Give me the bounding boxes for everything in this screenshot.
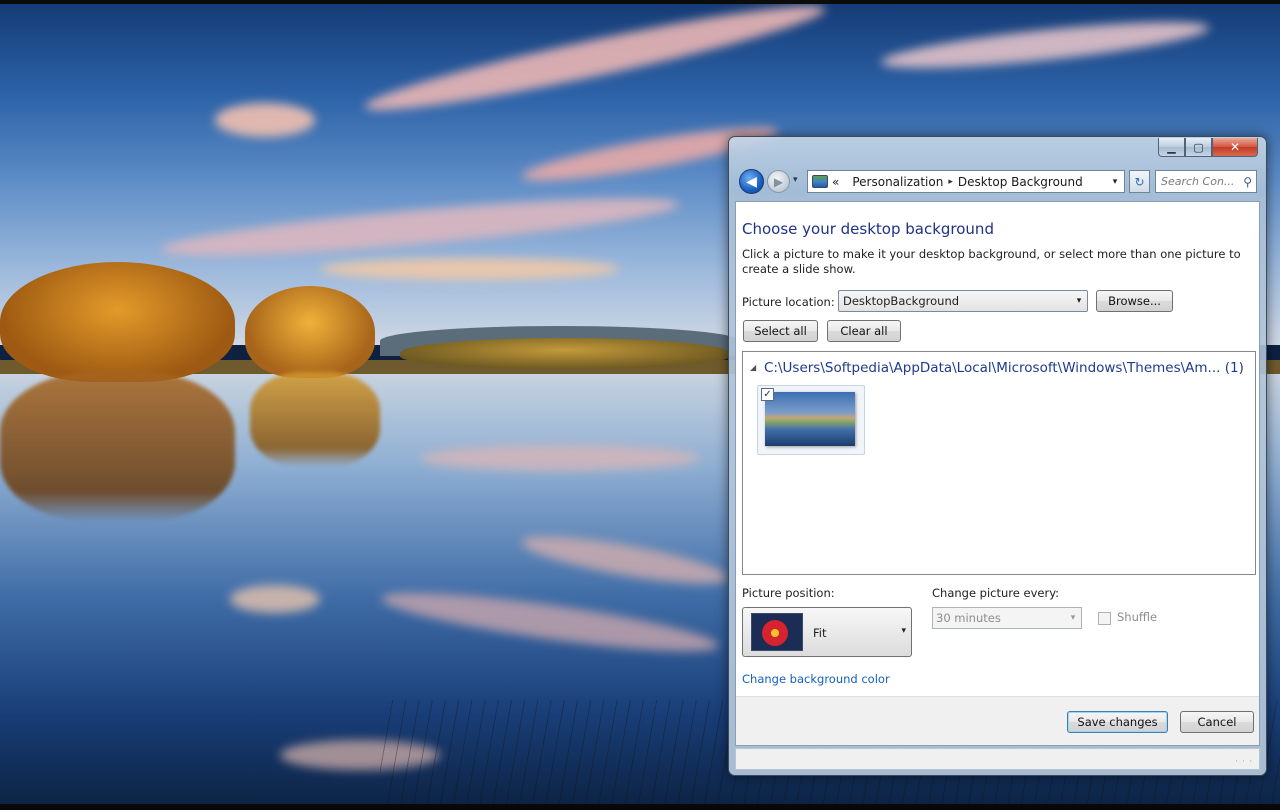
navigation-bar: ◀ ▶ ▾ « Personalization ▸ Desktop Backgr… [737,169,1259,195]
group-collapse-icon[interactable]: ◢ [750,363,756,372]
refresh-button[interactable]: ↻ [1129,170,1150,193]
page-description: Click a picture to make it your desktop … [742,247,1241,276]
page-title: Choose your desktop background [742,220,994,238]
recent-pages-button[interactable]: ▾ [793,175,798,185]
browse-button[interactable]: Browse... [1096,290,1173,312]
wallpaper-cloud-reflection [420,445,700,471]
picture-location-select[interactable]: DesktopBackground ▾ [838,290,1088,312]
maximize-button[interactable]: ▢ [1185,138,1212,157]
shuffle-label: Shuffle [1117,610,1158,624]
picture-position-select[interactable]: Fit ▾ [742,607,912,657]
wallpaper-trees [400,338,730,368]
wallpaper-cloud [215,103,315,137]
wallpaper-thumbnail[interactable]: ✓ [757,385,865,455]
picture-location-label: Picture location: [742,295,835,309]
resize-grip-icon[interactable]: · · · [1235,757,1253,766]
breadcrumb-overflow[interactable]: « [832,175,839,189]
shuffle-checkbox[interactable] [1098,612,1111,625]
wallpaper-tree-reflection [250,372,380,467]
interval-value: 30 minutes [936,611,1001,625]
thumbnail-checkbox[interactable]: ✓ [761,388,774,401]
refresh-icon: ↻ [1134,174,1145,189]
picture-position-value: Fit [813,626,827,640]
picture-position-label: Picture position: [742,586,835,600]
picture-list[interactable]: ◢ C:\Users\Softpedia\AppData\Local\Micro… [742,351,1256,575]
select-all-button[interactable]: Select all [743,320,818,342]
address-bar[interactable]: « Personalization ▸ Desktop Background ▾ [807,170,1125,193]
personalization-monitor-icon [812,175,828,188]
chevron-down-icon: ▾ [1070,613,1076,623]
thumbnail-image [765,392,855,446]
chevron-down-icon: ▾ [1076,296,1082,306]
picture-location-value: DesktopBackground [843,294,960,308]
breadcrumb-desktop-background[interactable]: Desktop Background [958,175,1083,189]
save-changes-button[interactable]: Save changes [1067,711,1168,733]
search-box[interactable]: Search Con... ⚲ [1155,170,1257,193]
change-background-color-link[interactable]: Change background color [742,672,890,686]
picture-group-count: (1) [1224,360,1244,376]
chevron-down-icon: ▾ [901,626,906,636]
change-picture-label: Change picture every: [932,586,1060,600]
breadcrumb-personalization[interactable]: Personalization [852,175,943,189]
back-button[interactable]: ◀ [739,169,764,194]
back-arrow-icon: ◀ [746,173,757,190]
wallpaper-tree-reflection [0,372,235,522]
forward-arrow-icon: ▶ [773,174,784,189]
search-input[interactable]: Search Con... [1161,175,1234,188]
status-bar: · · · [735,748,1260,770]
clear-all-button[interactable]: Clear all [827,320,901,342]
position-preview [751,613,803,651]
close-button[interactable]: ✕ [1212,138,1258,157]
wallpaper-trees [0,262,235,382]
dialog-footer: Save changes Cancel [736,696,1259,745]
desktop-background-window: ▁ ▢ ✕ ◀ ▶ ▾ « Personalization ▸ Desktop … [728,136,1267,776]
wallpaper-trees [245,286,375,378]
address-dropdown-icon[interactable]: ▾ [1106,177,1124,187]
caption-buttons: ▁ ▢ ✕ [1158,138,1258,157]
content-pane: Choose your desktop background Click a p… [735,201,1260,746]
search-icon[interactable]: ⚲ [1243,175,1252,189]
change-picture-interval-select[interactable]: 30 minutes ▾ [932,607,1082,629]
picture-group-header[interactable]: C:\Users\Softpedia\AppData\Local\Microso… [764,360,1252,376]
screen-top-edge [0,0,1280,4]
wallpaper-cloud [320,258,620,280]
flower-icon [760,618,790,648]
wallpaper-cloud-reflection [230,585,320,613]
minimize-button[interactable]: ▁ [1158,138,1185,157]
forward-button[interactable]: ▶ [767,170,790,193]
screen-bottom-edge [0,804,1280,810]
cancel-button[interactable]: Cancel [1180,711,1254,733]
picture-group-path: C:\Users\Softpedia\AppData\Local\Microso… [764,360,1221,376]
breadcrumb-separator-icon[interactable]: ▸ [948,177,953,187]
